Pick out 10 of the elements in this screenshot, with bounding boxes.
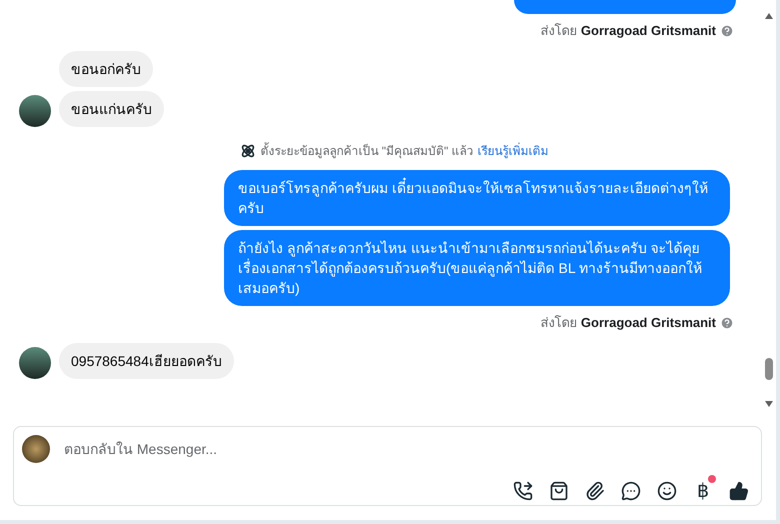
sent-by-label: ส่งโดย Gorragoad Gritsmanit (540, 314, 716, 332)
message-bubble: ขอเบอร์โทรลูกค้าครับผม เดี๋ยวแอดมินจะให้เซลโทรหาแจ้งรายละเอียดต่างๆให้ครับ (224, 170, 730, 226)
message-bubble: ถ้ายังไง ลูกค้าสะดวกวันไหน แนะนำเข้ามาเลือกชมรถก่อนได้นะครับ จะได้คุยเรื่องเอกสารได้ถูกต้องครบถ้วนครับ(ขอแค่ลูกค้าไม่ติด BL ทางร้านมีทางออกให้เสมอครับ) (224, 230, 730, 306)
message-bubble: 0957865484เฮียยอดครับ (59, 343, 234, 379)
payment-button[interactable]: ฿ (691, 479, 715, 503)
learn-more-link[interactable]: เรียนรู้เพิ่มเติม (478, 141, 549, 160)
sent-by-label: ส่งโดย Gorragoad Gritsmanit (540, 22, 716, 40)
message-bubble: ขอนอก่ครับ (59, 51, 153, 87)
system-note: ตั้งระยะข้อมูลลูกค้าเป็น "มีคุณสมบัติ" แล้ว (260, 141, 474, 160)
message-bubble: ขอนแก่นครับ (59, 91, 164, 127)
